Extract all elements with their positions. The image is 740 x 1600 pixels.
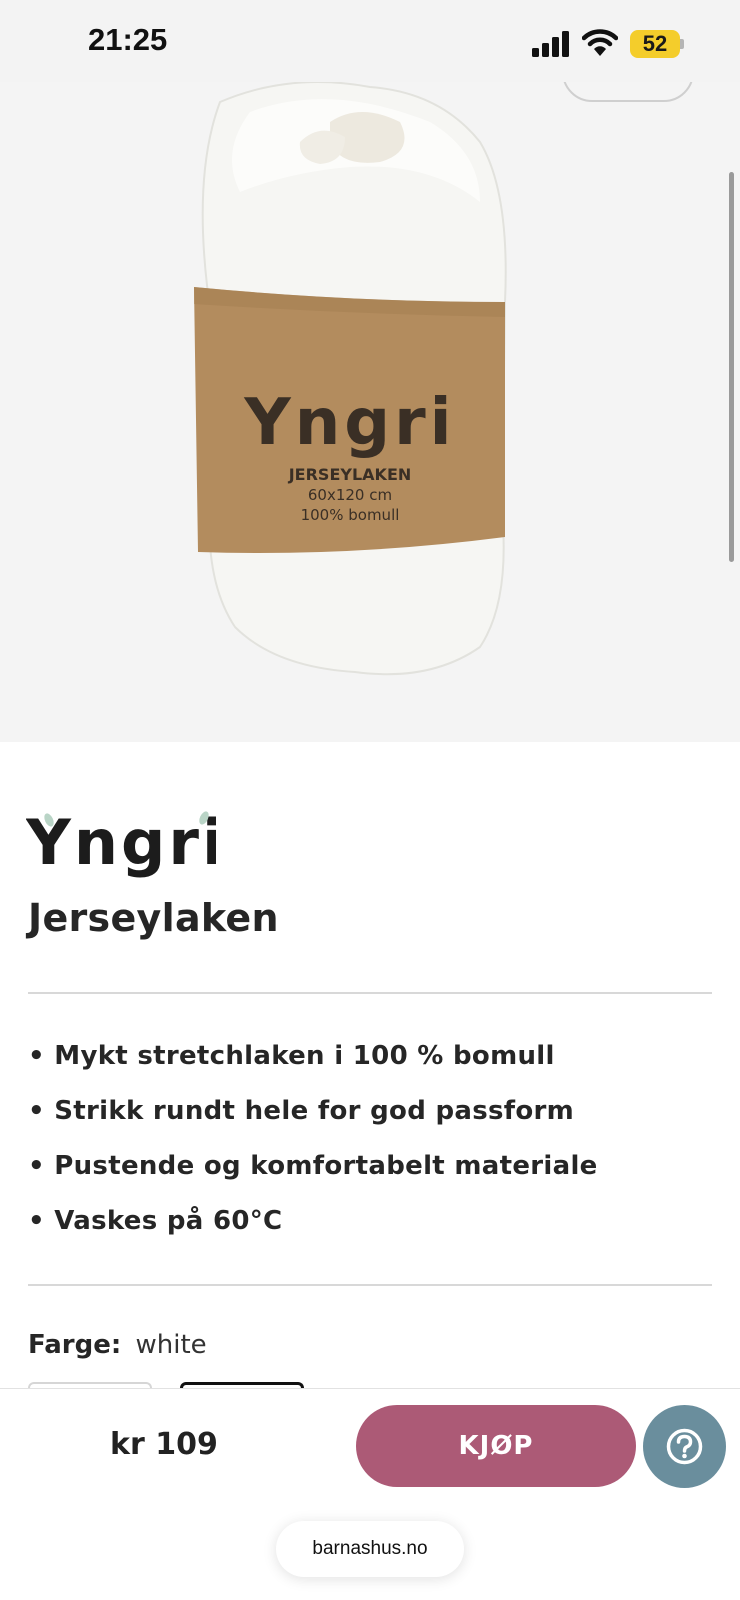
product-image-gallery[interactable]: Yngri JERSEYLAKEN 60x120 cm 100% bomull <box>0 82 740 742</box>
battery-cap <box>680 39 684 49</box>
color-selector-label: Farge: white <box>28 1330 207 1360</box>
label-title-text: JERSEYLAKEN <box>288 465 412 484</box>
price: kr 109 <box>110 1427 218 1462</box>
divider <box>28 992 712 994</box>
status-bar: 21:25 52 <box>0 0 740 82</box>
buy-button[interactable]: KJØP <box>356 1405 636 1487</box>
color-label: Farge: <box>28 1330 122 1360</box>
label-material-text: 100% bomull <box>301 506 400 524</box>
feature-item: • Pustende og komfortabelt materiale <box>28 1151 598 1181</box>
help-icon <box>666 1428 703 1465</box>
bottom-purchase-bar: kr 109 KJØP barnashus.no <box>0 1388 740 1600</box>
label-size-text: 60x120 cm <box>308 486 392 504</box>
product-title: Jerseylaken <box>28 896 279 940</box>
divider <box>28 1284 712 1286</box>
help-button[interactable] <box>643 1405 726 1488</box>
wifi-icon <box>582 29 618 56</box>
image-scrollbar[interactable] <box>729 172 734 562</box>
feature-item: • Mykt stretchlaken i 100 % bomull <box>28 1041 555 1071</box>
signal-icon <box>532 31 569 57</box>
feature-item: • Vaskes på 60°C <box>28 1206 283 1236</box>
image-overlay-button[interactable] <box>562 82 694 102</box>
color-value: white <box>135 1330 207 1360</box>
battery-icon: 52 <box>630 30 684 58</box>
battery-level: 52 <box>630 30 680 58</box>
status-time: 21:25 <box>88 22 168 57</box>
browser-url-pill[interactable]: barnashus.no <box>276 1521 464 1577</box>
product-photo: Yngri JERSEYLAKEN 60x120 cm 100% bomull <box>194 82 507 676</box>
brand-logo-text: Yngri <box>26 808 216 878</box>
label-brand-text: Yngri <box>243 386 455 460</box>
brand-logo: Yngri <box>26 808 216 878</box>
feature-item: • Strikk rundt hele for god passform <box>28 1096 575 1126</box>
feature-list: • Mykt stretchlaken i 100 % bomull • Str… <box>28 1036 598 1256</box>
